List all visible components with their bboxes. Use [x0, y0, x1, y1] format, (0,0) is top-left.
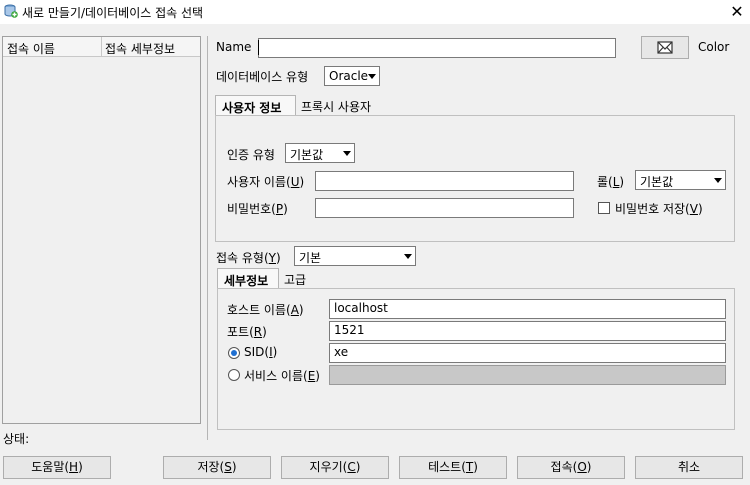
auth-type-value: 기본값 [290, 148, 324, 162]
window-title: 새로 만들기/데이터베이스 접속 선택 [22, 6, 204, 20]
host-label: 호스트 이름(A) [227, 303, 304, 317]
sid-input[interactable]: xe [329, 343, 726, 363]
username-label: 사용자 이름(U) [227, 175, 305, 189]
column-divider[interactable] [101, 37, 102, 57]
column-header-connection-details[interactable]: 접속 세부정보 [105, 40, 175, 57]
db-type-value: Oracle [329, 69, 369, 83]
close-icon[interactable]: ✕ [727, 2, 747, 22]
password-input[interactable] [315, 198, 574, 218]
service-name-radio[interactable] [228, 369, 240, 381]
service-name-label: 서비스 이름(E) [244, 369, 320, 383]
role-value: 기본값 [640, 175, 674, 189]
connect-button[interactable]: 접속(O) [517, 456, 625, 479]
connection-list[interactable]: 접속 이름 접속 세부정보 [2, 36, 201, 424]
role-label: 롤(L) [597, 175, 625, 189]
username-input[interactable] [315, 171, 574, 191]
service-name-input [329, 365, 726, 385]
title-bar: 새로 만들기/데이터베이스 접속 선택 ✕ [0, 0, 750, 24]
port-input[interactable]: 1521 [329, 321, 726, 341]
database-add-icon [4, 4, 18, 18]
db-type-select[interactable]: Oracle [324, 66, 380, 86]
color-label: Color [698, 40, 730, 54]
color-button[interactable] [641, 36, 689, 59]
help-button[interactable]: 도움말(H) [3, 456, 111, 479]
test-button[interactable]: 테스트(T) [399, 456, 507, 479]
role-select[interactable]: 기본값 [635, 170, 726, 190]
connection-type-label: 접속 유형(Y) [216, 251, 281, 265]
envelope-icon [657, 41, 673, 54]
chevron-down-icon [404, 254, 412, 259]
db-type-label: 데이터베이스 유형 [216, 70, 309, 84]
panel-divider[interactable] [207, 36, 208, 440]
cancel-button[interactable]: 취소 [635, 456, 743, 479]
save-button[interactable]: 저장(S) [163, 456, 271, 479]
chevron-down-icon [368, 74, 376, 79]
chevron-down-icon [714, 178, 722, 183]
save-password-checkbox[interactable] [598, 202, 610, 214]
text-cursor [258, 40, 259, 55]
sid-label: SID(I) [244, 345, 278, 359]
save-password-label: 비밀번호 저장(V) [615, 202, 703, 216]
auth-type-select[interactable]: 기본값 [285, 143, 355, 163]
connection-type-select[interactable]: 기본 [294, 246, 416, 266]
password-label: 비밀번호(P) [227, 202, 288, 216]
connection-type-value: 기본 [299, 251, 322, 265]
port-label: 포트(R) [227, 325, 267, 339]
host-input[interactable]: localhost [329, 299, 726, 319]
auth-type-label: 인증 유형 [227, 148, 275, 162]
tab-details[interactable]: 세부정보 [217, 268, 279, 288]
chevron-down-icon [343, 151, 351, 156]
tab-proxy-user[interactable]: 프록시 사용자 [295, 95, 385, 115]
name-input[interactable] [258, 38, 616, 58]
status-label: 상태: [3, 432, 30, 446]
name-label: Name [216, 40, 252, 54]
tab-user-info[interactable]: 사용자 정보 [215, 95, 296, 115]
tab-advanced[interactable]: 고급 [278, 268, 318, 288]
column-header-connection-name[interactable]: 접속 이름 [7, 40, 55, 57]
sid-radio[interactable] [228, 347, 240, 359]
clear-button[interactable]: 지우기(C) [281, 456, 389, 479]
connection-list-header: 접속 이름 접속 세부정보 [3, 37, 200, 57]
